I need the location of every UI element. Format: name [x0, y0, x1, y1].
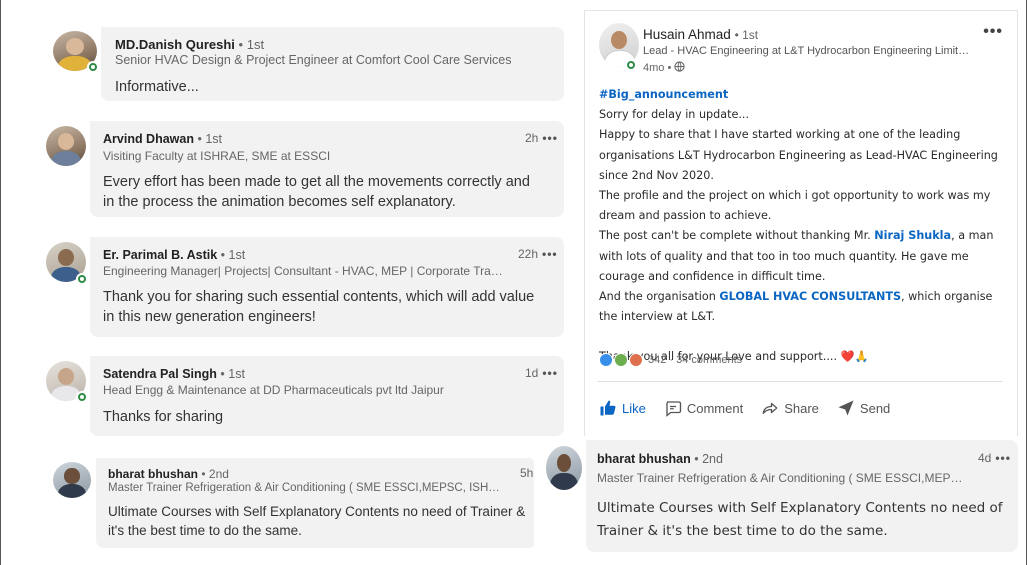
post-time-text: 4mo •: [643, 62, 672, 74]
comment-time: 5h: [520, 466, 534, 480]
commenter-headline: Head Engg & Maintenance at DD Pharmaceut…: [103, 383, 444, 397]
online-status-icon: [76, 391, 88, 403]
share-label[interactable]: Share: [784, 401, 819, 416]
comment-label[interactable]: Comment: [687, 401, 743, 416]
commenter-name-text[interactable]: bharat bhushan: [108, 467, 198, 481]
post-line: The profile and the project on which i g…: [599, 189, 991, 223]
like-label[interactable]: Like: [622, 401, 646, 416]
commenter-name[interactable]: Satendra Pal Singh • 1st: [103, 367, 245, 381]
post-line-text: And the organisation: [599, 290, 720, 304]
connection-degree: • 1st: [238, 37, 265, 52]
globe-icon: [674, 61, 686, 72]
share-icon: [762, 402, 778, 414]
post-card: Husain Ahmad • 1st ••• Lead - HVAC Engin…: [584, 10, 1018, 437]
more-options-icon[interactable]: •••: [542, 247, 558, 261]
post-actions: Like Comment Share Send: [599, 399, 890, 417]
comment-meta: 2h •••: [525, 131, 558, 145]
comment-text: Ultimate Courses with Self Explanatory C…: [108, 504, 526, 538]
more-options-icon[interactable]: •••: [542, 131, 558, 145]
reply-card: bharat bhushan • 2nd 4d ••• Master Traine…: [534, 436, 1018, 556]
commenter-name-text[interactable]: Arvind Dhawan: [103, 132, 194, 146]
post-line-text: The post can't be complete without thank…: [599, 229, 875, 243]
comment-icon: [666, 401, 682, 417]
connection-degree: • 1st: [734, 28, 759, 42]
comment-text: Thanks for sharing: [103, 409, 224, 425]
send-label[interactable]: Send: [860, 401, 890, 416]
post-line: Sorry for delay in update...: [599, 108, 750, 122]
post-body: #Big_announcement Sorry for delay in upd…: [599, 85, 1009, 368]
more-options-icon[interactable]: •••: [542, 366, 558, 380]
commenter-name-text[interactable]: MD.Danish Qureshi: [115, 37, 235, 52]
post-time: 4mo •: [643, 61, 686, 74]
reactions-count[interactable]: 342: [648, 354, 666, 366]
post-line: The post can't be complete without thank…: [599, 226, 1009, 287]
post-line: Happy to share that I have started worki…: [599, 128, 998, 182]
post-author-name[interactable]: Husain Ahmad • 1st: [643, 27, 758, 42]
commenter-name-text[interactable]: Satendra Pal Singh: [103, 367, 217, 381]
commenter-headline: Engineering Manager| Projects| Consultan…: [103, 264, 503, 278]
online-status-icon: [625, 59, 637, 71]
commenter-name-text[interactable]: bharat bhushan: [597, 452, 691, 466]
comment-button[interactable]: Comment: [664, 399, 743, 417]
connection-degree: • 1st: [197, 132, 223, 146]
love-reaction-icon: [629, 353, 643, 367]
online-status-icon: [76, 273, 88, 285]
commenter-headline: Visiting Faculty at ISHRAE, SME at ESSCI: [103, 149, 331, 163]
commenter-name[interactable]: bharat bhushan • 2nd: [597, 452, 723, 466]
send-icon: [838, 400, 854, 416]
avatar[interactable]: [53, 462, 91, 498]
comment-time: 1d: [525, 366, 539, 380]
avatar[interactable]: [46, 126, 86, 166]
connection-degree: • 1st: [220, 367, 245, 381]
comment-time: 2h: [525, 131, 539, 145]
connection-degree: • 2nd: [201, 467, 229, 481]
commenter-name-text[interactable]: Er. Parimal B. Astik: [103, 248, 217, 262]
send-button[interactable]: Send: [837, 399, 890, 417]
mention-link[interactable]: GLOBAL HVAC CONSULTANTS: [719, 290, 901, 303]
comment-text: Thank you for sharing such essential con…: [103, 289, 535, 325]
post-author-headline: Lead - HVAC Engineering at L&T Hydrocarb…: [643, 45, 973, 57]
more-options-icon[interactable]: •••: [995, 451, 1011, 465]
comment-text: Every effort has been made to get all th…: [103, 174, 530, 210]
celebrate-reaction-icon: [614, 353, 628, 367]
commenter-name[interactable]: Arvind Dhawan • 1st: [103, 132, 222, 146]
commenter-name[interactable]: MD.Danish Qureshi • 1st: [115, 37, 264, 52]
share-button[interactable]: Share: [761, 399, 819, 417]
post-line: And the organisation GLOBAL HVAC CONSULT…: [599, 287, 1009, 327]
mention-link[interactable]: Niraj Shukla: [874, 229, 951, 242]
divider: [597, 381, 1003, 382]
commenter-name[interactable]: bharat bhushan • 2nd: [108, 467, 229, 481]
comment-meta: 22h •••: [518, 247, 558, 261]
avatar[interactable]: [546, 446, 582, 490]
commenter-name[interactable]: Er. Parimal B. Astik • 1st: [103, 248, 245, 262]
connection-degree: • 1st: [220, 248, 246, 262]
commenter-headline: Senior HVAC Design & Project Engineer at…: [115, 53, 512, 67]
like-reaction-icon: [599, 353, 613, 367]
emoji: ❤️🙏: [840, 350, 869, 364]
comment-text: Informative...: [115, 79, 199, 95]
post-author-name-text[interactable]: Husain Ahmad: [643, 27, 731, 42]
hashtag-link[interactable]: #Big_announcement: [599, 88, 728, 101]
thumbs-up-icon: [600, 400, 616, 416]
like-button[interactable]: Like: [599, 399, 646, 417]
online-status-icon: [87, 61, 99, 73]
reactions-summary[interactable]: 342 · 34 comments: [599, 353, 742, 367]
more-options-icon[interactable]: •••: [983, 23, 1003, 41]
comment-text: Ultimate Courses with Self Explanatory C…: [597, 500, 1003, 539]
commenter-headline: Master Trainer Refrigeration & Air Condi…: [597, 471, 967, 485]
comment-time: 22h: [518, 247, 539, 261]
comment-time: 4d: [978, 451, 992, 465]
connection-degree: • 2nd: [694, 452, 723, 466]
commenter-headline: Master Trainer Refrigeration & Air Condi…: [108, 482, 503, 494]
comment-meta: 4d •••: [978, 451, 1011, 465]
comments-count[interactable]: · 34 comments: [669, 354, 742, 366]
comment-meta: 1d •••: [525, 366, 558, 380]
